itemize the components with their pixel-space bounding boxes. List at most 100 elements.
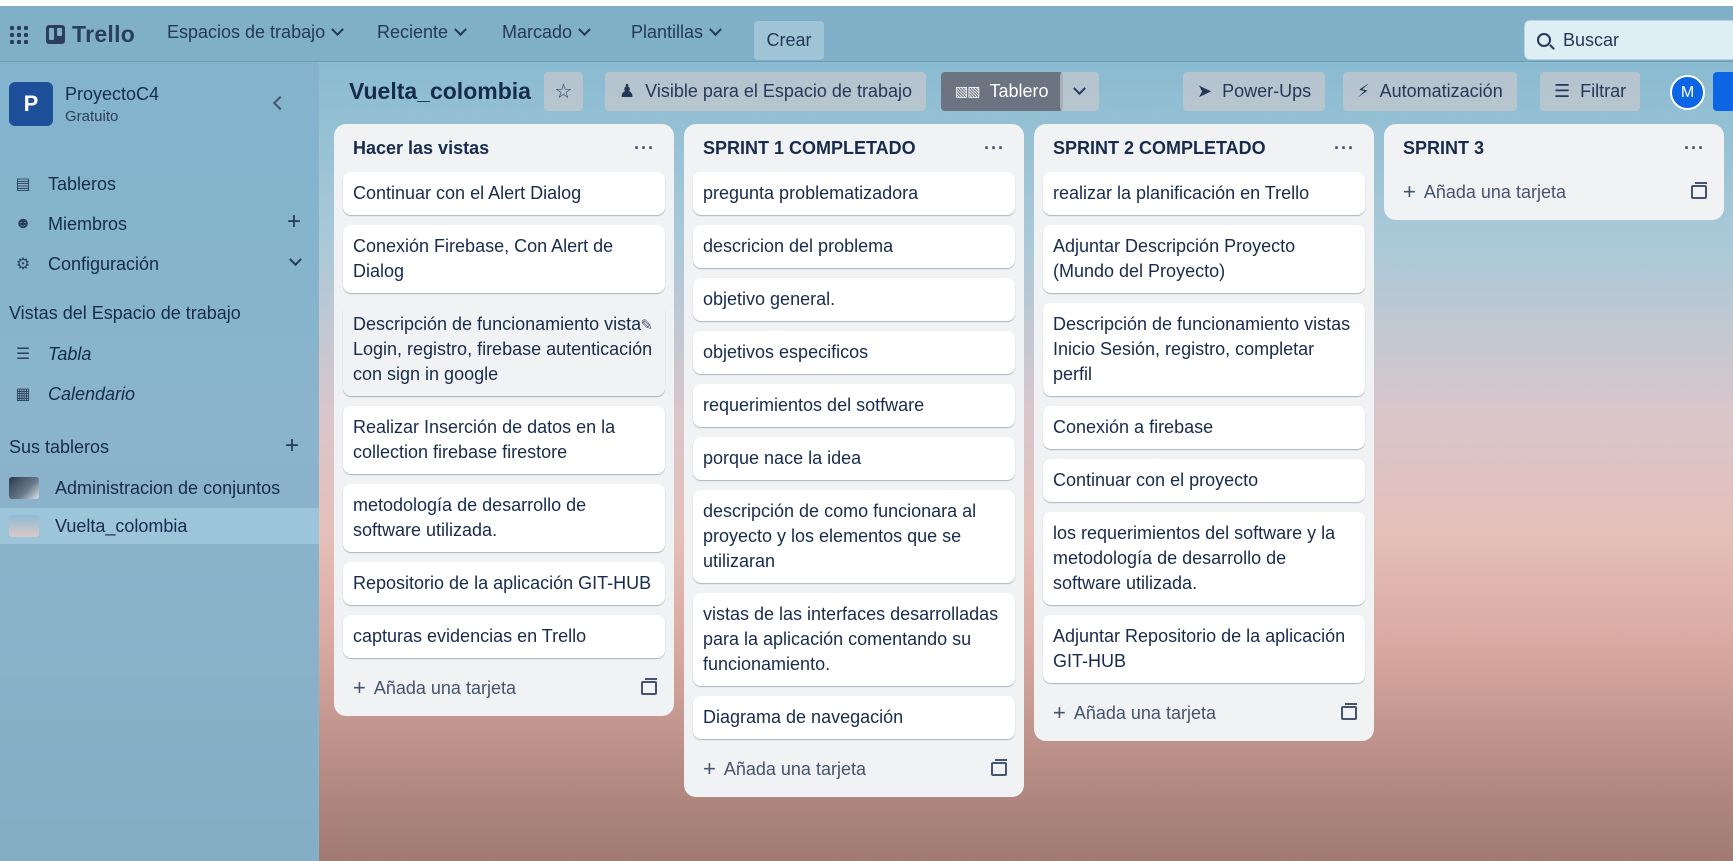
view-switcher-button[interactable] xyxy=(1060,72,1099,111)
pencil-icon[interactable]: ✎ xyxy=(640,313,653,338)
nav-templates[interactable]: Plantillas xyxy=(631,22,722,43)
add-card-row: + Añada una tarjeta xyxy=(1043,693,1365,733)
sidebar-item-calendar[interactable]: ▦ Calendario xyxy=(0,376,319,412)
template-icon[interactable] xyxy=(1341,703,1357,720)
card[interactable]: Descripción de funcionamiento vistas Ini… xyxy=(1043,303,1365,396)
more-icon[interactable]: ··· xyxy=(984,138,1005,159)
list-sprint-2: SPRINT 2 COMPLETADO ··· realizar la plan… xyxy=(1034,124,1374,741)
card[interactable]: Conexión Firebase, Con Alert de Dialog xyxy=(343,225,665,293)
add-card-button[interactable]: + Añada una tarjeta xyxy=(703,758,866,780)
template-icon[interactable] xyxy=(1691,182,1707,199)
add-member-icon[interactable]: + xyxy=(287,210,301,234)
app-switcher-icon[interactable] xyxy=(10,26,28,44)
card[interactable]: Realizar Inserción de datos en la collec… xyxy=(343,406,665,474)
add-card-button[interactable]: + Añada una tarjeta xyxy=(1053,702,1216,724)
board-thumbnail xyxy=(9,477,39,499)
add-card-label: Añada una tarjeta xyxy=(1423,181,1566,202)
card[interactable]: objetivo general. xyxy=(693,278,1015,321)
card[interactable]: pregunta problematizadora xyxy=(693,172,1015,215)
card[interactable]: vistas de las interfaces desarrolladas p… xyxy=(693,593,1015,686)
workspace-header[interactable]: P ProyectoC4 Gratuito xyxy=(9,82,159,126)
sidebar-item-label: Configuración xyxy=(48,253,160,274)
powerups-button[interactable]: ➤ Power-Ups xyxy=(1183,72,1326,111)
card[interactable]: Adjuntar Descripción Proyecto (Mundo del… xyxy=(1043,225,1365,293)
create-button[interactable]: Crear xyxy=(754,21,824,60)
card[interactable]: Repositorio de la aplicación GIT-HUB xyxy=(343,562,665,605)
workspace-name: ProyectoC4 xyxy=(65,83,160,104)
workspace-views-heading: Vistas del Espacio de trabajo xyxy=(9,303,241,323)
filter-button[interactable]: ☰ Filtrar xyxy=(1540,72,1641,111)
card[interactable]: Adjuntar Repositorio de la aplicación GI… xyxy=(1043,615,1365,683)
share-button[interactable] xyxy=(1713,72,1733,111)
card[interactable]: Conexión a firebase xyxy=(1043,406,1365,449)
card[interactable]: requerimientos del sotfware xyxy=(693,384,1015,427)
list-title[interactable]: Hacer las vistas xyxy=(353,138,489,159)
collapse-sidebar-icon[interactable] xyxy=(272,95,288,111)
list-header: Hacer las vistas ··· xyxy=(343,124,665,172)
card[interactable]: capturas evidencias en Trello xyxy=(343,615,665,658)
card[interactable]: Descripción de funcionamiento vista Logi… xyxy=(343,303,665,396)
template-icon[interactable] xyxy=(641,678,657,695)
star-board-button[interactable]: ☆ xyxy=(544,72,583,111)
visibility-button[interactable]: ♟ Visible para el Espacio de trabajo xyxy=(605,72,926,111)
search-input[interactable] xyxy=(1563,29,1713,51)
sidebar-board-administracion[interactable]: Administracion de conjuntos xyxy=(0,470,319,506)
card[interactable]: descricion del problema xyxy=(693,225,1015,268)
card[interactable]: Continuar con el Alert Dialog xyxy=(343,172,665,215)
sidebar-item-boards[interactable]: ▤ Tableros xyxy=(0,166,319,202)
sidebar-item-label: Calendario xyxy=(48,383,136,404)
list-hacer-las-vistas: Hacer las vistas ··· Continuar con el Al… xyxy=(334,124,674,716)
lightning-icon: ⚡ xyxy=(1357,81,1370,101)
add-card-row: + Añada una tarjeta xyxy=(693,749,1015,789)
template-icon[interactable] xyxy=(991,759,1007,776)
person-icon: ☻ xyxy=(14,215,32,232)
list-title[interactable]: SPRINT 1 COMPLETADO xyxy=(703,138,916,159)
add-card-button[interactable]: + Añada una tarjeta xyxy=(1403,181,1566,203)
add-card-button[interactable]: + Añada una tarjeta xyxy=(353,677,516,699)
sidebar-board-label: Administracion de conjuntos xyxy=(55,477,281,498)
add-card-row: + Añada una tarjeta xyxy=(343,668,665,708)
nav-recent[interactable]: Reciente xyxy=(377,22,467,43)
trello-logo[interactable]: Trello xyxy=(46,21,135,48)
automation-button[interactable]: ⚡ Automatización xyxy=(1343,72,1517,111)
board-view-button[interactable]: ▧▧ Tablero xyxy=(941,72,1063,111)
chevron-down-icon xyxy=(709,23,722,37)
nav-starred[interactable]: Marcado xyxy=(502,22,591,43)
card[interactable]: metodología de desarrollo de software ut… xyxy=(343,484,665,552)
card[interactable]: realizar la planificación en Trello xyxy=(1043,172,1365,215)
list-title[interactable]: SPRINT 3 xyxy=(1403,138,1484,159)
add-board-icon[interactable]: + xyxy=(285,434,299,458)
card[interactable]: los requerimientos del software y la met… xyxy=(1043,512,1365,605)
list-sprint-3: SPRINT 3 ··· + Añada una tarjeta xyxy=(1384,124,1724,220)
card-text: Descripción de funcionamiento vista Logi… xyxy=(353,314,653,384)
calendar-icon: ▦ xyxy=(15,386,31,403)
list-header: SPRINT 1 COMPLETADO ··· xyxy=(693,124,1015,172)
sidebar-item-table[interactable]: ☰ Tabla xyxy=(0,336,319,372)
search-box[interactable] xyxy=(1524,20,1733,60)
list-title[interactable]: SPRINT 2 COMPLETADO xyxy=(1053,138,1266,159)
card[interactable]: Continuar con el proyecto xyxy=(1043,459,1365,502)
card[interactable]: porque nace la idea xyxy=(693,437,1015,480)
card[interactable]: objetivos especificos xyxy=(693,331,1015,374)
add-card-label: Añada una tarjeta xyxy=(723,758,866,779)
sidebar-item-settings[interactable]: ⚙ Configuración xyxy=(0,246,319,282)
add-card-row: + Añada una tarjeta xyxy=(1393,172,1715,212)
sidebar-item-members[interactable]: ☻ Miembros xyxy=(0,206,319,242)
card[interactable]: Diagrama de navegación xyxy=(693,696,1015,739)
star-icon: ☆ xyxy=(554,81,573,103)
sidebar-item-label: Tableros xyxy=(48,173,117,194)
card[interactable]: descripción de como funcionara al proyec… xyxy=(693,490,1015,583)
sidebar-board-vuelta-colombia[interactable]: Vuelta_colombia xyxy=(0,508,319,544)
more-icon[interactable]: ··· xyxy=(1684,138,1705,159)
nav-templates-label: Plantillas xyxy=(631,22,704,42)
nav-workspaces[interactable]: Espacios de trabajo xyxy=(167,22,344,43)
more-icon[interactable]: ··· xyxy=(1334,138,1355,159)
rocket-icon: ➤ xyxy=(1197,81,1213,101)
add-card-label: Añada una tarjeta xyxy=(1073,702,1216,723)
more-icon[interactable]: ··· xyxy=(634,138,655,159)
table-icon: ☰ xyxy=(15,346,31,363)
member-avatar[interactable]: M xyxy=(1670,75,1705,110)
board-title[interactable]: Vuelta_colombia xyxy=(349,78,531,105)
sidebar-item-label: Tabla xyxy=(48,343,92,364)
automation-label: Automatización xyxy=(1379,81,1503,101)
